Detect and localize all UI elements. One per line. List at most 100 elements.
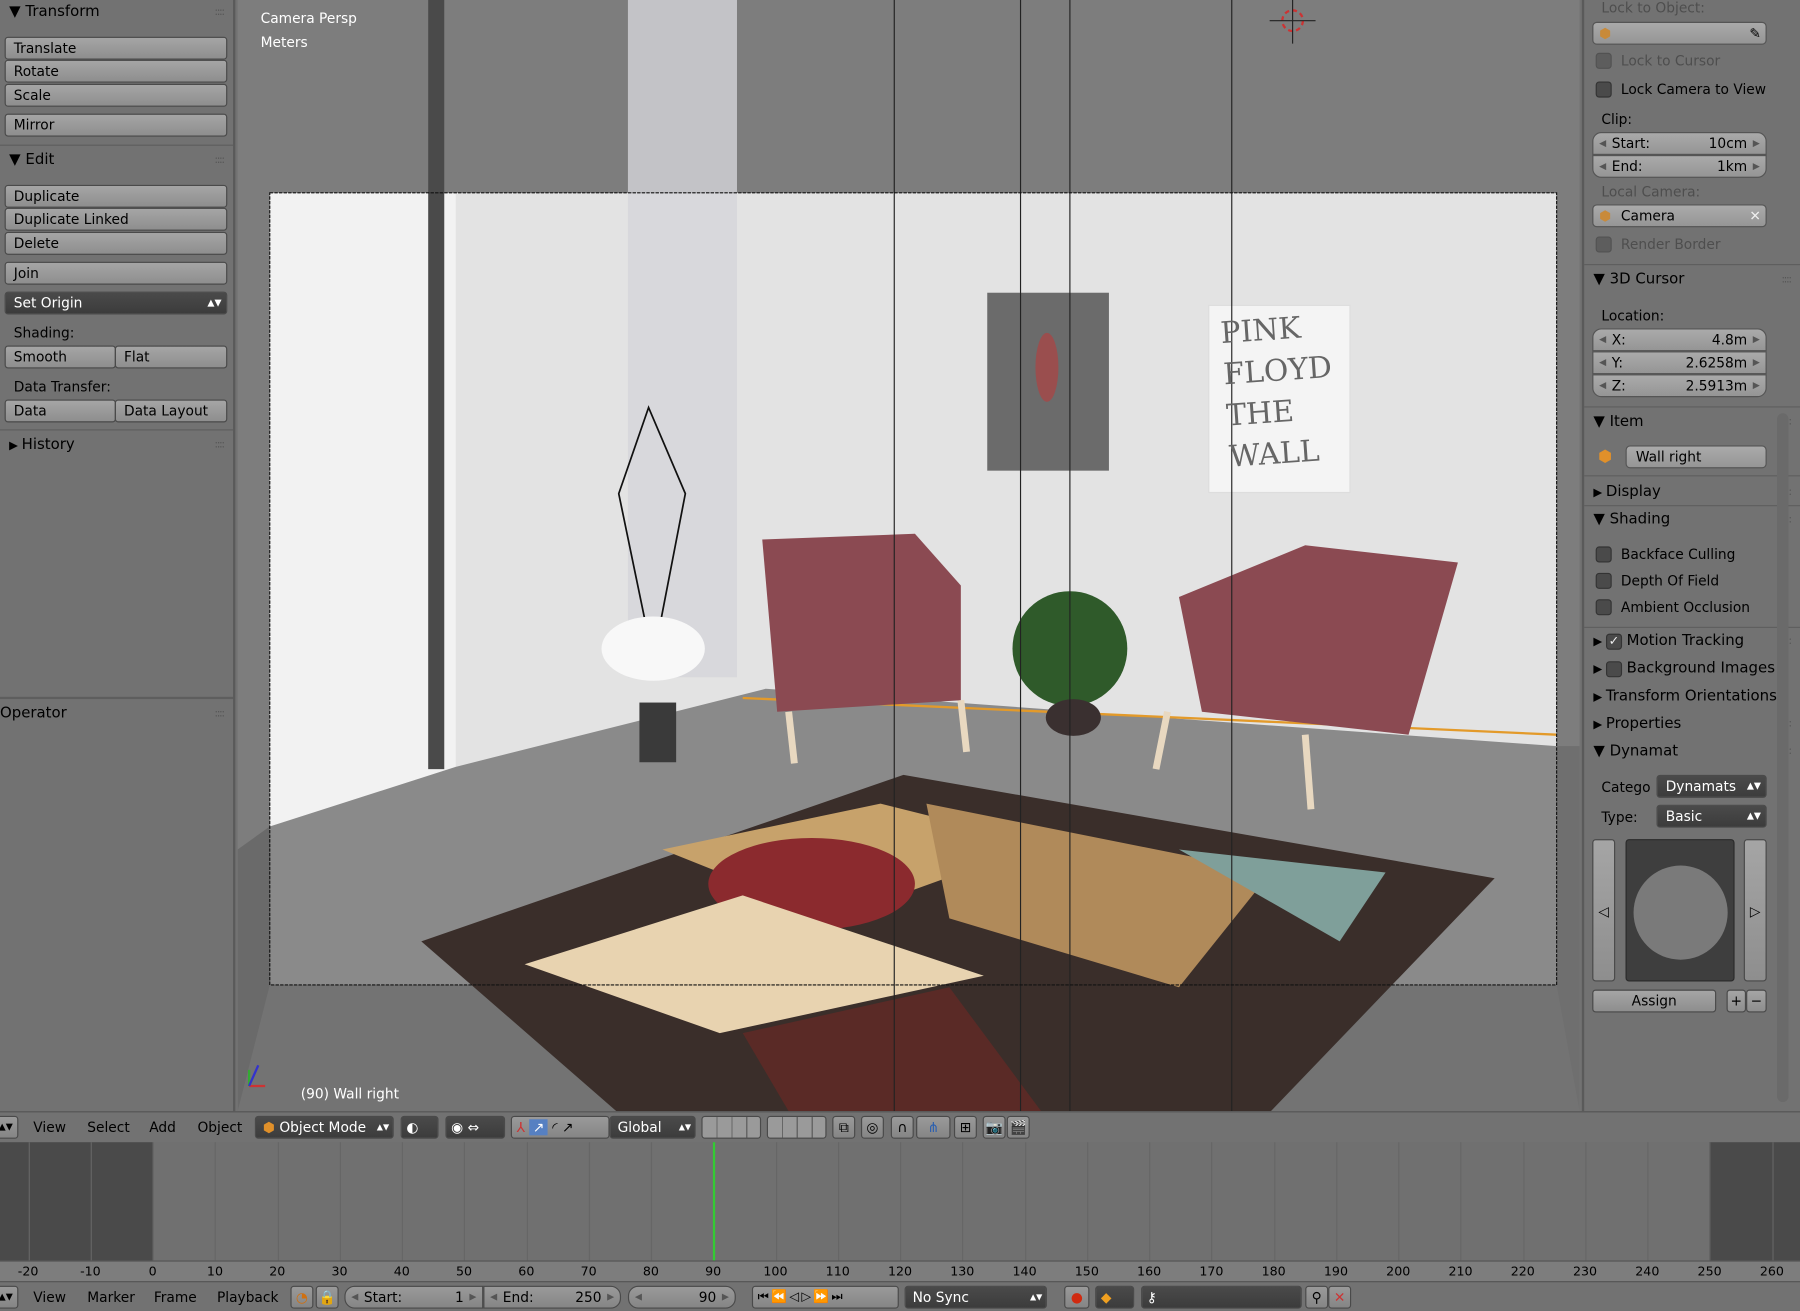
manipulator-buttons[interactable]: ⅄ ↗ ◜ ↗	[510, 1115, 610, 1139]
clear-icon[interactable]: ✕	[1749, 205, 1761, 226]
render-opengl-icon[interactable]: 📷	[982, 1115, 1006, 1139]
display-panel-header[interactable]: ▶ Display::::	[1584, 480, 1800, 505]
add-icon[interactable]: +	[1726, 989, 1747, 1013]
frame-ruler[interactable]: -20 -10 0 10 20 30 40 50 60 70 80 90 100 110 120 130 140…	[0, 1260, 1800, 1282]
flat-button[interactable]: Flat	[114, 345, 228, 369]
cursor-z-field[interactable]: ◀ Z: 2.5913m ▶	[1592, 374, 1767, 398]
menu-marker[interactable]: Marker	[87, 1289, 135, 1305]
join-button[interactable]: Join	[4, 261, 228, 285]
operator-panel-header[interactable]: Operator::::	[0, 701, 233, 726]
scale-manipulator-icon[interactable]: ↗	[562, 1119, 574, 1135]
playback-controls[interactable]: ⏮⏪◁▷⏩⏭	[751, 1285, 899, 1309]
smooth-button[interactable]: Smooth	[4, 345, 116, 369]
menu-view[interactable]: View	[33, 1289, 66, 1305]
depth-of-field-checkbox[interactable]	[1595, 572, 1612, 589]
dynamat-panel-header[interactable]: ▼ Dynamat::::	[1584, 739, 1800, 764]
snap-target-icon[interactable]: ⊞	[953, 1115, 977, 1139]
material-preview[interactable]	[1625, 839, 1735, 982]
remove-icon[interactable]: −	[1746, 989, 1767, 1013]
transform-panel-header[interactable]: ▼ Transform::::	[0, 0, 233, 25]
grip-icon[interactable]: ::::	[215, 433, 226, 458]
scale-button[interactable]: Scale	[4, 83, 228, 107]
keying-set-field[interactable]: ⚷	[1141, 1285, 1302, 1309]
manipulator-icon[interactable]: ⅄	[517, 1119, 525, 1135]
menu-object[interactable]: Object	[197, 1119, 242, 1135]
3d-viewport[interactable]: PINK FLOYD THE WALL Camera Persp Meters (90…	[237, 0, 1580, 1112]
editor-type-button[interactable]: ▲▼	[0, 1115, 19, 1139]
cursor-x-field[interactable]: ◀ X: 4.8m ▶	[1592, 328, 1767, 352]
background-images-panel-header[interactable]: ▶ Background Images	[1584, 657, 1800, 682]
edit-panel-header[interactable]: ▼ Edit::::	[0, 148, 233, 173]
lock-to-cursor-checkbox[interactable]	[1595, 52, 1612, 69]
end-frame-field[interactable]: ◀ End: 250 ▶	[483, 1285, 622, 1309]
grip-icon[interactable]: ::::	[1781, 267, 1792, 292]
pivot-dropdown[interactable]: ◉ ⇔	[445, 1115, 506, 1139]
grip-icon[interactable]: ::::	[215, 0, 226, 25]
object-name-input[interactable]: Wall right	[1625, 445, 1767, 469]
render-border-checkbox[interactable]	[1595, 236, 1612, 253]
play-reverse-icon[interactable]: ◁	[789, 1289, 801, 1304]
proportional-edit-icon[interactable]: ◎	[860, 1115, 884, 1139]
insert-keyframe-icon[interactable]: ⚲	[1305, 1285, 1329, 1309]
motion-tracking-checkbox[interactable]: ✓	[1605, 633, 1622, 650]
type-dropdown[interactable]: Basic ▲▼	[1656, 804, 1767, 828]
3d-cursor-panel-header[interactable]: ▼ 3D Cursor::::	[1584, 267, 1800, 292]
data-layout-button[interactable]: Data Layout	[114, 399, 228, 423]
menu-select[interactable]: Select	[87, 1119, 130, 1135]
menu-frame[interactable]: Frame	[154, 1289, 197, 1305]
grip-icon[interactable]: ::::	[215, 701, 226, 726]
translate-button[interactable]: Translate	[4, 36, 228, 60]
preview-range-icon[interactable]: ◔	[290, 1285, 314, 1309]
lock-icon[interactable]: 🔒	[315, 1285, 339, 1309]
eyedropper-icon[interactable]: ✎	[1749, 23, 1761, 44]
assign-button[interactable]: Assign	[1592, 989, 1717, 1013]
item-panel-header[interactable]: ▼ Item::::	[1584, 410, 1800, 435]
render-animation-icon[interactable]: 🎬	[1006, 1115, 1030, 1139]
grip-icon[interactable]: ::::	[215, 148, 226, 173]
snap-element-dropdown[interactable]: ⋔	[916, 1115, 951, 1139]
playhead[interactable]	[713, 1142, 716, 1261]
rotate-manipulator-icon[interactable]: ◜	[552, 1119, 557, 1135]
menu-playback[interactable]: Playback	[217, 1289, 278, 1305]
backface-culling-checkbox[interactable]	[1595, 546, 1612, 563]
duplicate-button[interactable]: Duplicate	[4, 184, 228, 208]
rotate-button[interactable]: Rotate	[4, 59, 228, 83]
set-origin-dropdown[interactable]: Set Origin ▲▼	[4, 291, 228, 315]
delete-keyframe-icon[interactable]: ✕	[1328, 1285, 1352, 1309]
mirror-button[interactable]: Mirror	[4, 113, 228, 137]
timeline-area[interactable]	[0, 1142, 1800, 1261]
scrollbar[interactable]	[1777, 413, 1789, 1103]
keying-dropdown[interactable]: ◆	[1095, 1285, 1135, 1309]
cursor-y-field[interactable]: ◀ Y: 2.6258m ▶	[1592, 351, 1767, 375]
clip-end-field[interactable]: ◀ End: 1km ▶	[1592, 154, 1767, 178]
lock-object-field[interactable]: ⬢ ✎	[1592, 21, 1767, 45]
jump-end-icon[interactable]: ⏭	[831, 1289, 845, 1304]
local-camera-field[interactable]: ⬢ Camera ✕	[1592, 204, 1767, 228]
transform-orientations-panel-header[interactable]: ▶ Transform Orientations	[1584, 684, 1800, 709]
ambient-occlusion-checkbox[interactable]	[1595, 599, 1612, 616]
layers-grid-1[interactable]	[701, 1115, 762, 1139]
layers-grid-2[interactable]	[766, 1115, 827, 1139]
sync-dropdown[interactable]: No Sync ▲▼	[904, 1285, 1047, 1309]
category-dropdown[interactable]: Dynamats ▲▼	[1656, 774, 1767, 798]
preview-prev-button[interactable]: ◁	[1592, 839, 1616, 982]
start-frame-field[interactable]: ◀ Start: 1 ▶	[344, 1285, 484, 1309]
prev-keyframe-icon[interactable]: ⏪	[771, 1289, 789, 1304]
history-panel-header[interactable]: ▶ History::::	[0, 433, 233, 458]
jump-start-icon[interactable]: ⏮	[758, 1289, 772, 1304]
snap-icon[interactable]: ∩	[890, 1115, 914, 1139]
current-frame-field[interactable]: ◀ 90 ▶	[627, 1285, 736, 1309]
translate-manipulator-icon[interactable]: ↗	[529, 1119, 548, 1135]
shading-panel-header[interactable]: ▼ Shading::::	[1584, 507, 1800, 532]
editor-type-button[interactable]: ▲▼	[0, 1285, 19, 1309]
orientation-dropdown[interactable]: Global ▲▼	[609, 1115, 696, 1139]
viewport-shading-dropdown[interactable]: ◐	[400, 1115, 439, 1139]
play-icon[interactable]: ▷	[801, 1289, 813, 1304]
preview-next-button[interactable]: ▷	[1743, 839, 1767, 982]
properties-panel-header[interactable]: ▶ Properties::::	[1584, 712, 1800, 737]
data-button[interactable]: Data	[4, 399, 116, 423]
record-icon[interactable]: ●	[1064, 1285, 1090, 1309]
duplicate-linked-button[interactable]: Duplicate Linked	[4, 207, 228, 231]
mode-dropdown[interactable]: ⬢ Object Mode ▲▼	[254, 1115, 394, 1139]
background-images-checkbox[interactable]	[1605, 660, 1622, 677]
